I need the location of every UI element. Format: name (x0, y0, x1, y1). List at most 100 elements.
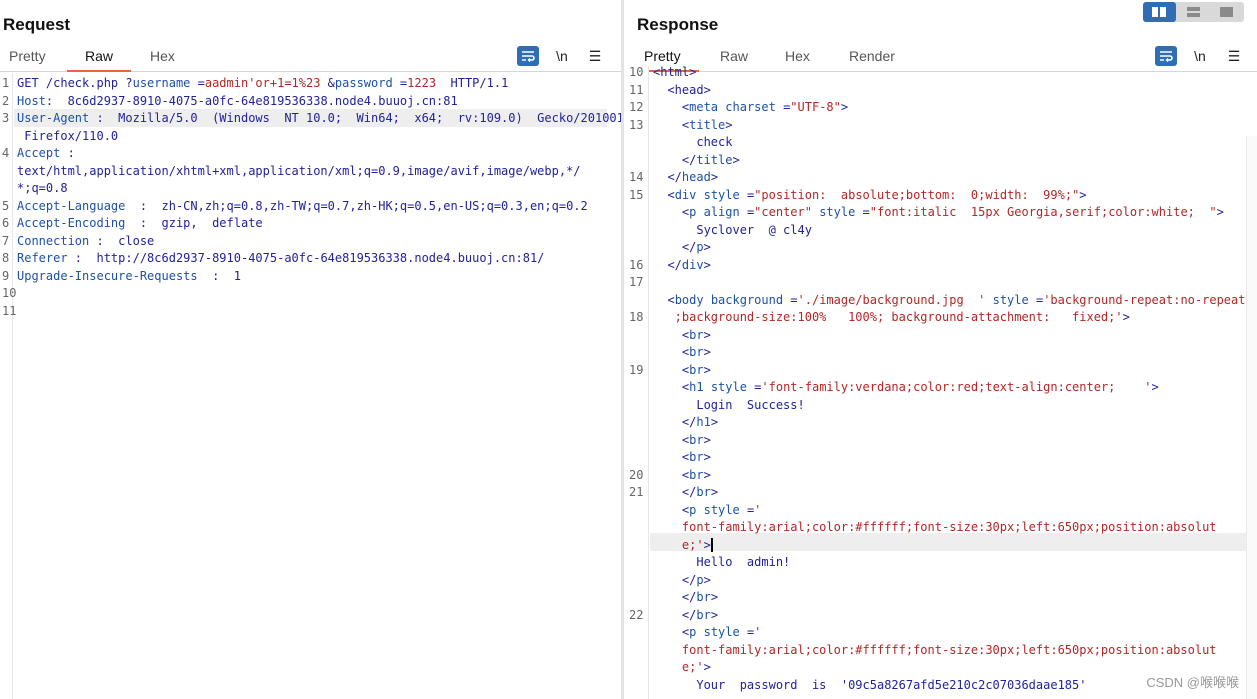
code-line: GET /check.php ?username =aadmin'or+1=1%… (17, 75, 508, 93)
token-text: > (710, 415, 719, 429)
token-text: = (855, 205, 870, 219)
token-keyword: Accept (17, 146, 61, 160)
token-keyword: br (689, 432, 704, 447)
code-line: </title> (653, 152, 740, 170)
response-menu-icon[interactable]: ☰ (1223, 46, 1245, 66)
token-text: > (703, 327, 711, 342)
token-text: Login Success! (653, 397, 805, 412)
code-line: <h1 style ='font-family:verdana;color:re… (653, 379, 1159, 397)
token-text: > (703, 240, 711, 254)
token-text: < (653, 187, 675, 202)
token-text: Firefox/110.0 (17, 128, 119, 143)
code-line: Host: 8c6d2937-8910-4075-a0fc-64e8195363… (17, 93, 458, 111)
token-value: "position: absolute;bottom: 0;width: 99%… (754, 187, 1080, 202)
code-line: <body background ='./image/background.jp… (653, 292, 1245, 310)
token-keyword: password (334, 76, 393, 90)
code-line: <br> (653, 362, 711, 380)
code-line: Upgrade-Insecure-Requests : 1 (17, 268, 241, 286)
token-text: GET /check.php ? (17, 76, 133, 90)
token-keyword: p (696, 572, 704, 587)
token-text: > (732, 152, 740, 167)
code-line: <p style =' (653, 502, 762, 520)
token-text: : close (89, 233, 155, 248)
code-line: </div> (653, 257, 710, 275)
token-text: </ (653, 415, 697, 429)
request-editor[interactable]: 1 2 3 4 5 6 7 8 9 10 11 GET /check.php ?username =… (0, 73, 621, 699)
token-keyword: Referer (17, 251, 68, 265)
token-text: < (653, 362, 690, 377)
token-text: < (653, 450, 690, 464)
token-text: > (710, 170, 719, 184)
token-text: > (703, 537, 711, 552)
code-line: </head> (653, 169, 718, 187)
token-text: = (746, 380, 762, 394)
token-keyword: h1 (689, 380, 704, 394)
code-line: <br> (653, 327, 711, 345)
request-tab-pretty[interactable]: Pretty (9, 48, 46, 72)
code-line: Accept : (17, 145, 75, 163)
token-text: > (1079, 187, 1087, 202)
code-line: </br> (653, 607, 718, 625)
token-text: = (190, 76, 205, 90)
request-tab-hex[interactable]: Hex (150, 48, 175, 72)
token-text: > (710, 590, 719, 604)
token-text: > (1216, 205, 1224, 219)
request-tab-raw[interactable]: Raw (66, 48, 132, 72)
token-text: : (60, 146, 75, 160)
token-text: > (725, 117, 733, 132)
token-keyword: Host (17, 93, 46, 108)
token-text: = (739, 502, 755, 517)
token-keyword: body (674, 292, 704, 307)
token-keyword: style (703, 625, 740, 639)
layout-split-vertical-icon[interactable] (1143, 2, 1176, 22)
code-line: <p style =' (653, 624, 762, 642)
response-code[interactable]: <html> <head> <meta charset ="UTF-8"> <t… (624, 65, 1257, 699)
token-value: 'font-family:verdana;color:red;text-alig… (761, 380, 1152, 394)
token-value: 'background-repeat:no-repeat (1043, 292, 1246, 307)
token-keyword: background (710, 292, 784, 307)
token-value: ;background-size:100% 100%; background-a… (653, 310, 1123, 324)
token-keyword: Accept-Encoding (17, 216, 126, 230)
token-text: : Mozilla/5.0 (Windows NT 10.0; Win64; x… (89, 111, 621, 125)
code-line: <br> (653, 449, 711, 467)
response-editor[interactable]: 10 11 12 13 14 15 16 17 18 19 20 21 22 <html> <head>… (624, 65, 1257, 699)
code-line: check (653, 134, 732, 152)
token-keyword: br (696, 590, 711, 604)
token-text: < (653, 625, 690, 639)
layout-single-icon[interactable] (1210, 2, 1243, 22)
token-text: Syclover @ cl4y (653, 222, 812, 237)
code-line: ;background-size:100% 100%; background-a… (653, 309, 1130, 327)
request-menu-icon[interactable]: ☰ (584, 46, 606, 66)
code-line: font-family:arial;color:#ffffff;font-siz… (653, 642, 1217, 660)
response-wrap-lines-icon[interactable] (1155, 46, 1177, 66)
request-code[interactable]: GET /check.php ?username =aadmin'or+1=1%… (0, 73, 621, 699)
code-line: <title> (653, 117, 733, 135)
token-keyword: br (689, 327, 704, 342)
request-show-newlines-icon[interactable]: \n (551, 46, 573, 66)
code-line: <div style ="position: absolute;bottom: … (653, 187, 1087, 205)
token-text: > (703, 450, 711, 464)
layout-split-horizontal-icon[interactable] (1177, 2, 1210, 22)
token-value: ' (754, 502, 762, 517)
request-tabbar: Pretty Raw Hex \n ☰ (0, 44, 621, 72)
request-wrap-lines-icon[interactable] (517, 46, 539, 66)
token-value: e;' (653, 660, 704, 674)
token-keyword: p (696, 240, 704, 254)
response-show-newlines-icon[interactable]: \n (1189, 46, 1211, 66)
token-keyword: style (819, 205, 856, 219)
token-value: "font:italic 15px Georgia,serif;color:wh… (869, 205, 1217, 219)
code-line: Hello admin! (653, 554, 790, 572)
token-text: > (1122, 310, 1130, 324)
token-text: </ (653, 240, 697, 254)
text-cursor (710, 538, 713, 552)
token-text: < (653, 205, 690, 219)
code-line: <br> (653, 432, 711, 450)
token-text: & (320, 76, 335, 90)
response-scrollbar[interactable] (1246, 136, 1257, 699)
token-value: "UTF-8" (790, 100, 841, 114)
token-text: </ (653, 152, 697, 167)
token-text: = (783, 292, 798, 307)
token-value: e;' (653, 537, 704, 552)
